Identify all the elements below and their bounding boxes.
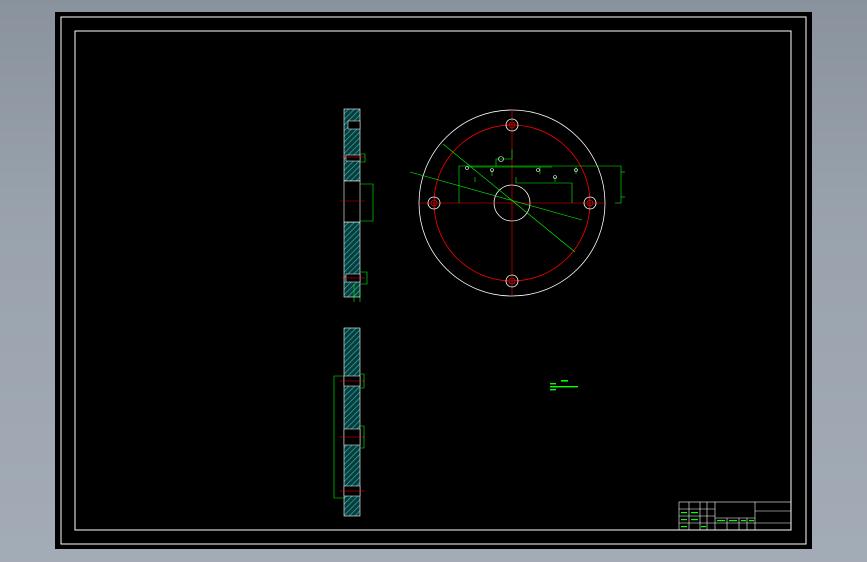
- front-view-flange[interactable]: [409, 109, 625, 297]
- title-block[interactable]: [678, 501, 792, 531]
- dimension-line: [360, 153, 366, 163]
- section-body-lower: [343, 221, 361, 298]
- outer-sheet-border: [60, 16, 807, 545]
- side-section-view-bottom[interactable]: [333, 327, 365, 517]
- dimension-line: [360, 183, 374, 222]
- bolt-hole-2: [345, 154, 361, 162]
- section-body-upper: [343, 108, 361, 182]
- title-block-green-marks: [681, 512, 754, 528]
- reference-point: [536, 168, 540, 172]
- note-line: [550, 389, 556, 391]
- inner-drawing-frame: [74, 30, 792, 531]
- note-line: [561, 380, 568, 382]
- bolt-hole-1: [347, 120, 361, 130]
- cad-viewport[interactable]: [55, 12, 812, 549]
- side-section-view-top[interactable]: [340, 108, 374, 302]
- drawing-canvas[interactable]: [55, 12, 812, 549]
- technical-notes: [550, 380, 578, 391]
- note-line: [550, 386, 578, 388]
- section-bore: [343, 180, 361, 223]
- note-line: [550, 383, 556, 385]
